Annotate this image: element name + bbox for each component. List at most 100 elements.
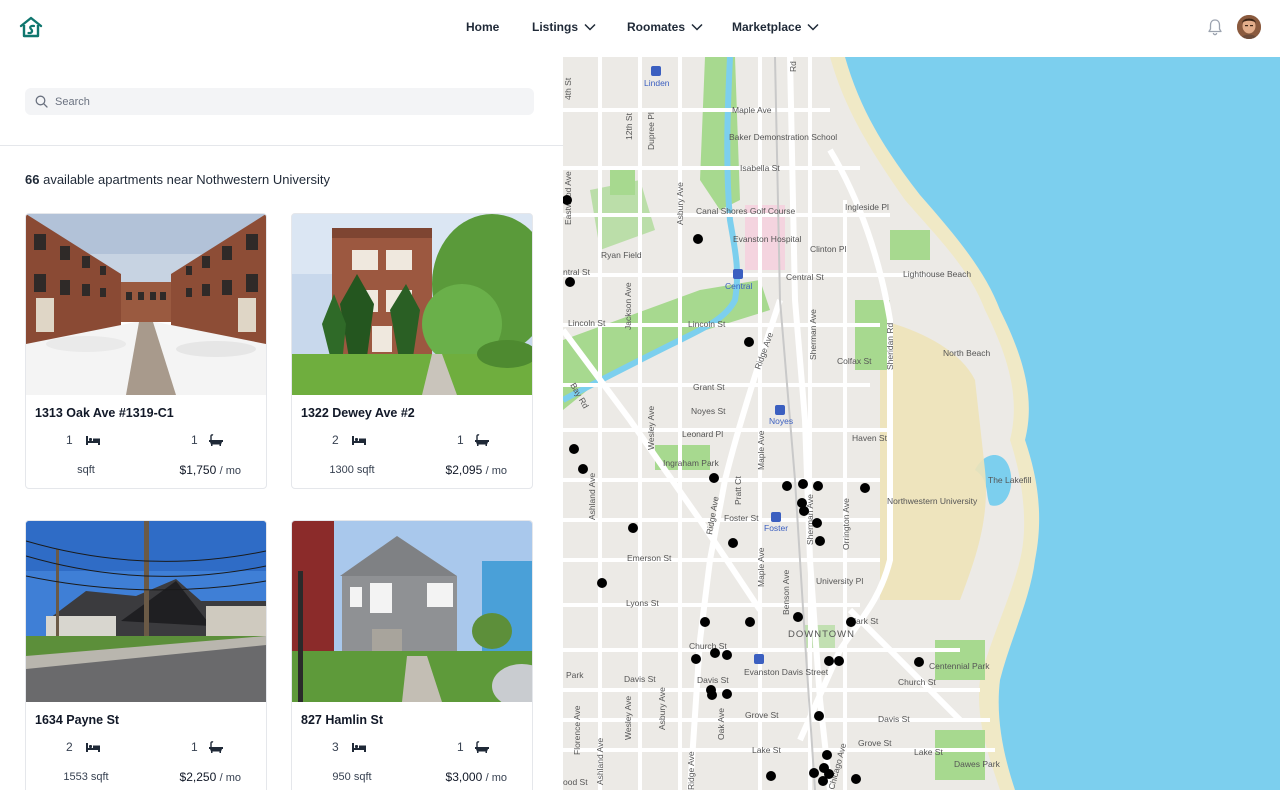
bed-icon <box>85 743 100 752</box>
search-input[interactable] <box>55 88 525 115</box>
svg-text:Wesley Ave: Wesley Ave <box>623 696 633 740</box>
chevron-down-icon <box>807 23 819 31</box>
svg-text:Haven St: Haven St <box>852 433 888 443</box>
nav-roommates[interactable]: Roomates <box>627 20 703 34</box>
svg-text:DOWNTOWN: DOWNTOWN <box>788 629 855 640</box>
listing-card[interactable]: 1313 Oak Ave #1319-C1 1 1 sqft $1,750 / … <box>25 213 267 489</box>
listing-price: $2,095 / mo <box>446 463 507 477</box>
svg-text:North Beach: North Beach <box>943 348 991 358</box>
listing-sqft: 1300 sqft <box>329 464 375 476</box>
listing-address[interactable]: 1322 Dewey Ave #2 <box>301 406 415 420</box>
main-nav: Home Listings Roomates Marketplace <box>0 20 1280 36</box>
baths-count: 1 <box>191 740 198 754</box>
svg-text:Orrington Ave: Orrington Ave <box>841 498 851 550</box>
svg-text:Baker Demonstration School: Baker Demonstration School <box>729 132 837 142</box>
svg-text:Lincoln St: Lincoln St <box>568 318 606 328</box>
nav-home[interactable]: Home <box>466 20 499 34</box>
beds-count: 2 <box>332 433 339 447</box>
listing-sqft: 950 sqft <box>332 771 372 783</box>
price-value: $2,250 <box>179 770 217 784</box>
top-nav-bar: Home Listings Roomates Marketplace <box>0 0 1280 57</box>
svg-text:Church St: Church St <box>898 677 936 687</box>
bed-icon <box>85 436 100 445</box>
price-period: / mo <box>485 465 507 477</box>
svg-text:Foster St: Foster St <box>724 513 759 523</box>
result-count-number: 66 <box>25 172 40 187</box>
listing-baths: 1 <box>457 433 490 447</box>
svg-text:Foster: Foster <box>764 523 788 533</box>
svg-text:Colfax St: Colfax St <box>837 356 872 366</box>
svg-text:Grant St: Grant St <box>693 382 725 392</box>
nav-marketplace[interactable]: Marketplace <box>732 20 819 34</box>
listing-photo[interactable] <box>26 521 266 702</box>
svg-text:Noyes St: Noyes St <box>691 406 726 416</box>
listing-address[interactable]: 1313 Oak Ave #1319-C1 <box>35 406 174 420</box>
svg-text:The Lakefill: The Lakefill <box>988 475 1032 485</box>
svg-text:Lincoln St: Lincoln St <box>688 319 726 329</box>
svg-text:Sherman Ave: Sherman Ave <box>808 309 818 360</box>
svg-text:Benson Ave: Benson Ave <box>781 570 791 615</box>
listing-card[interactable]: 1322 Dewey Ave #2 2 1 1300 sqft $2,095 /… <box>291 213 533 489</box>
svg-text:Park: Park <box>566 670 584 680</box>
listing-address[interactable]: 1634 Payne St <box>35 713 119 727</box>
svg-text:Lake St: Lake St <box>914 747 943 757</box>
bell-icon[interactable] <box>1207 18 1223 36</box>
svg-text:Northwestern University: Northwestern University <box>887 496 978 506</box>
listing-price: $3,000 / mo <box>446 770 507 784</box>
svg-text:Church St: Church St <box>689 641 727 651</box>
svg-text:Sheridan Rd: Sheridan Rd <box>885 322 895 370</box>
result-count: 66 available apartments near Nothwestern… <box>25 172 330 187</box>
beds-count: 1 <box>66 433 73 447</box>
beds-count: 3 <box>332 740 339 754</box>
svg-text:Jackson Ave: Jackson Ave <box>623 282 633 330</box>
nav-marketplace-label: Marketplace <box>732 20 802 34</box>
listing-beds: 2 <box>66 740 101 754</box>
svg-text:Asbury Ave: Asbury Ave <box>657 687 667 730</box>
svg-text:Clinton Pl: Clinton Pl <box>810 244 846 254</box>
divider <box>0 145 563 146</box>
nav-listings[interactable]: Listings <box>532 20 596 34</box>
avatar[interactable] <box>1237 15 1261 39</box>
svg-text:Dawes Park: Dawes Park <box>954 759 1001 769</box>
nav-home-label: Home <box>466 20 500 34</box>
price-value: $3,000 <box>445 770 483 784</box>
result-count-text: available apartments near Nothwestern Un… <box>43 172 330 187</box>
listing-photo[interactable] <box>292 214 532 395</box>
listing-photo[interactable] <box>26 214 266 395</box>
map-view[interactable]: Linden Maple Ave Baker Demonstration Sch… <box>563 57 1280 790</box>
listing-address[interactable]: 827 Hamlin St <box>301 713 383 727</box>
svg-text:Ashland Ave: Ashland Ave <box>595 738 605 785</box>
bathtub-icon <box>474 741 489 753</box>
svg-text:Grove St: Grove St <box>745 710 779 720</box>
svg-text:Ingraham Park: Ingraham Park <box>663 458 719 468</box>
svg-text:Ryan Field: Ryan Field <box>601 250 642 260</box>
listing-card[interactable]: 1634 Payne St 2 1 1553 sqft $2,250 / mo <box>25 520 267 790</box>
listing-photo[interactable] <box>292 521 532 702</box>
price-value: $1,750 <box>179 463 217 477</box>
svg-text:Dupree Pl: Dupree Pl <box>646 112 656 150</box>
bathtub-icon <box>208 434 223 446</box>
chevron-down-icon <box>584 23 596 31</box>
listing-sqft: 1553 sqft <box>63 771 109 783</box>
svg-text:Davis St: Davis St <box>697 675 729 685</box>
svg-text:ntral St: ntral St <box>563 267 591 277</box>
listing-beds: 2 <box>332 433 367 447</box>
svg-text:4th St: 4th St <box>563 77 573 100</box>
svg-text:Maple Ave: Maple Ave <box>756 547 766 587</box>
svg-text:12th St: 12th St <box>624 112 634 140</box>
svg-text:Leonard Pl: Leonard Pl <box>682 429 723 439</box>
bathtub-icon <box>474 434 489 446</box>
svg-text:Wesley Ave: Wesley Ave <box>646 406 656 450</box>
svg-text:Davis St: Davis St <box>624 674 656 684</box>
svg-text:Evanston Hospital: Evanston Hospital <box>733 234 802 244</box>
listing-baths: 1 <box>457 740 490 754</box>
svg-text:Davis St: Davis St <box>878 714 910 724</box>
svg-text:Linden: Linden <box>644 78 670 88</box>
map-canvas[interactable]: Linden Maple Ave Baker Demonstration Sch… <box>563 57 1280 790</box>
bathtub-icon <box>208 741 223 753</box>
svg-text:Maple Ave: Maple Ave <box>756 430 766 470</box>
svg-text:Isabella St: Isabella St <box>740 163 780 173</box>
svg-text:Ridge Ave: Ridge Ave <box>686 751 696 790</box>
listing-card[interactable]: 827 Hamlin St 3 1 950 sqft $3,000 / mo <box>291 520 533 790</box>
baths-count: 1 <box>457 433 464 447</box>
